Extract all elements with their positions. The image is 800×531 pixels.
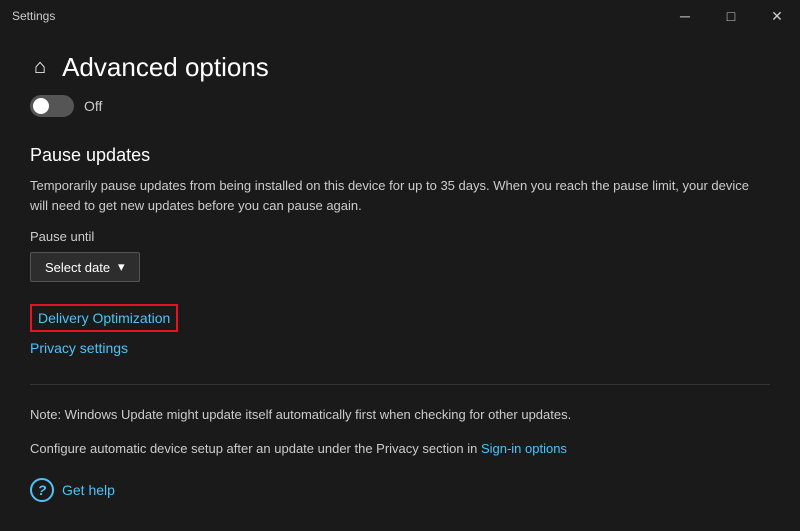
maximize-icon: □ xyxy=(727,8,735,24)
notes-section: Note: Windows Update might update itself… xyxy=(30,405,770,458)
toggle-label: Off xyxy=(84,98,102,114)
page-header: ⌂ Advanced options xyxy=(30,52,770,83)
divider xyxy=(30,384,770,385)
titlebar: Settings ─ □ ✕ xyxy=(0,0,800,32)
maximize-button[interactable]: □ xyxy=(708,0,754,32)
help-icon: ? xyxy=(30,478,54,502)
question-icon: ? xyxy=(38,482,47,498)
note2-prefix: Configure automatic device setup after a… xyxy=(30,441,481,456)
minimize-button[interactable]: ─ xyxy=(662,0,708,32)
titlebar-left: Settings xyxy=(12,9,55,23)
back-button[interactable]: ⌂ xyxy=(30,52,50,83)
page-title: Advanced options xyxy=(62,52,269,83)
app-title: Settings xyxy=(12,9,55,23)
pause-updates-title: Pause updates xyxy=(30,145,770,166)
home-icon: ⌂ xyxy=(34,56,46,79)
chevron-down-icon: ▾ xyxy=(118,259,125,275)
close-icon: ✕ xyxy=(771,8,783,25)
titlebar-controls: ─ □ ✕ xyxy=(662,0,800,32)
get-help-link[interactable]: Get help xyxy=(62,482,115,498)
links-section: Delivery Optimization Privacy settings xyxy=(30,304,770,356)
delivery-optimization-link[interactable]: Delivery Optimization xyxy=(30,304,178,332)
date-select-button[interactable]: Select date ▾ xyxy=(30,252,140,282)
close-button[interactable]: ✕ xyxy=(754,0,800,32)
help-row: ? Get help xyxy=(30,478,770,502)
main-layout: ⌂ Advanced options Off Pause updates Tem… xyxy=(0,32,800,531)
content-area: ⌂ Advanced options Off Pause updates Tem… xyxy=(0,32,800,531)
sign-in-options-link[interactable]: Sign-in options xyxy=(481,441,567,456)
privacy-settings-link[interactable]: Privacy settings xyxy=(30,340,770,356)
pause-updates-description: Temporarily pause updates from being ins… xyxy=(30,176,770,215)
note2: Configure automatic device setup after a… xyxy=(30,439,770,459)
date-select-label: Select date xyxy=(45,260,110,275)
pause-until-label: Pause until xyxy=(30,229,770,244)
pause-updates-section: Pause updates Temporarily pause updates … xyxy=(30,145,770,304)
main-toggle[interactable] xyxy=(30,95,74,117)
note1: Note: Windows Update might update itself… xyxy=(30,405,770,425)
toggle-row: Off xyxy=(30,95,770,117)
minimize-icon: ─ xyxy=(680,8,690,24)
